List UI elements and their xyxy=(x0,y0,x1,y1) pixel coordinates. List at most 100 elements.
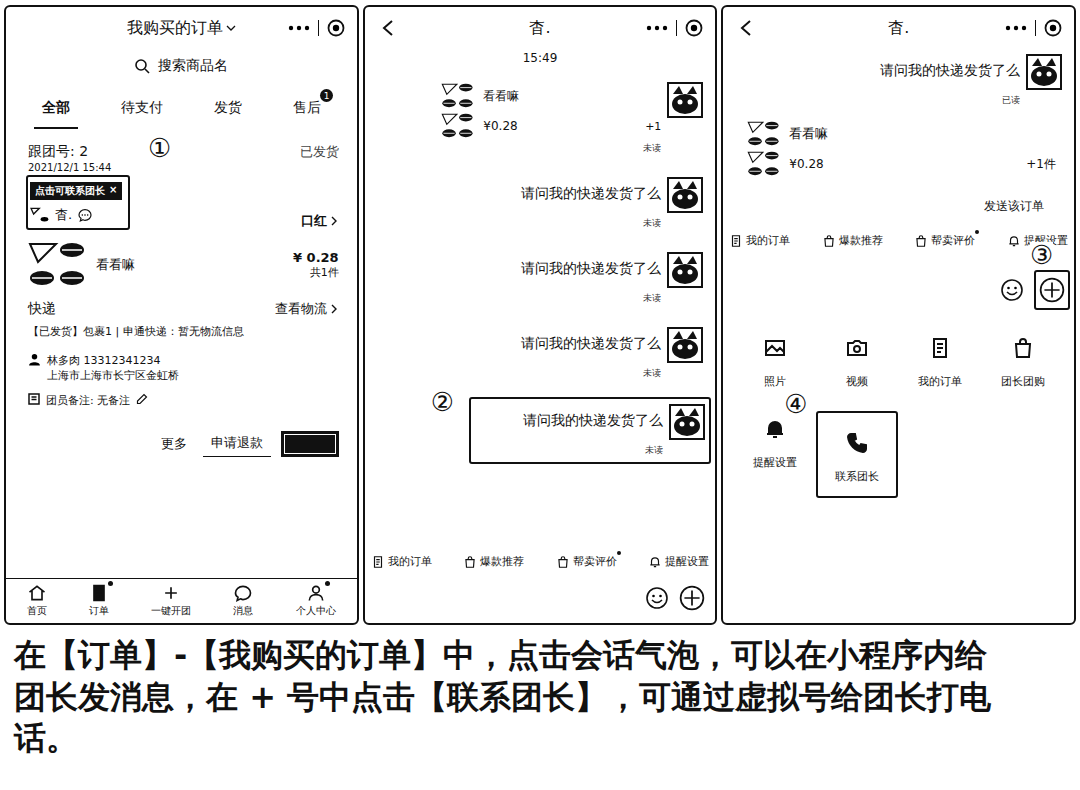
notification-dot xyxy=(325,581,330,586)
close-target-icon[interactable] xyxy=(1044,19,1062,37)
product-image xyxy=(441,82,475,110)
order-icon xyxy=(371,555,385,569)
more-icon[interactable] xyxy=(1005,23,1027,33)
plus-highlight: ③ xyxy=(1034,270,1070,310)
order-tab[interactable]: 售后 1 xyxy=(285,93,329,129)
person-icon xyxy=(306,583,326,603)
orders-screen: 我购买的订单 搜索商品名 全部 待支付 发货 售后 1 跟团号: 2 已发货 ①… xyxy=(4,5,359,625)
camera-icon xyxy=(845,336,869,360)
toolbar-item[interactable]: 爆款推荐 xyxy=(463,554,524,569)
toolbar-item[interactable]: 我的订单 xyxy=(371,554,432,569)
header-actions xyxy=(1005,19,1062,37)
order-tab[interactable]: 全部 xyxy=(34,93,78,129)
chevron-right-icon xyxy=(329,304,339,314)
orders-title[interactable]: 我购买的订单 xyxy=(127,18,236,39)
bottom-nav: 首页 订单 一键开团 消息 个人中心 xyxy=(6,578,357,623)
tab-badge: 1 xyxy=(320,89,333,102)
chat-message[interactable]: ② 请问我的快递发货了么未读 xyxy=(469,397,712,464)
toolbar-item[interactable]: 提醒设置 xyxy=(648,554,709,569)
avatar-icon xyxy=(669,404,705,440)
toolbar-item[interactable]: 爆款推荐 xyxy=(822,233,883,248)
send-order-button[interactable]: 发送该订单 xyxy=(984,198,1044,215)
chevron-right-icon xyxy=(329,216,339,226)
chat-header: 杳. xyxy=(365,7,716,49)
avatar-icon xyxy=(667,327,703,363)
step-marker: ① xyxy=(148,135,171,161)
chat-header: 杳. xyxy=(723,7,1074,49)
leader-row[interactable]: 杳. xyxy=(30,206,122,224)
refund-button[interactable]: 申请退款 xyxy=(203,430,271,457)
toolbar-item[interactable]: 帮卖评价 xyxy=(556,554,617,569)
toolbar-item[interactable]: 我的订单 xyxy=(729,233,790,248)
back-icon[interactable] xyxy=(739,19,753,37)
chat-message[interactable]: 请问我的快递发货了么未读 xyxy=(405,322,712,385)
order-top: 跟团号: 2 已发货 ① xyxy=(28,143,339,161)
order-message[interactable]: 看看嘛 ¥0.28 +1 未读 xyxy=(405,77,712,160)
edit-icon[interactable] xyxy=(136,393,148,405)
action-item[interactable]: ④ 联系团长 xyxy=(816,411,898,498)
chat-message[interactable]: 请问我的快递发货了么未读 xyxy=(405,247,712,310)
person-icon xyxy=(28,353,41,366)
hidden-button[interactable] xyxy=(281,431,339,457)
delivery-row: 快递 查看物流 xyxy=(28,300,339,318)
action-item[interactable]: 提醒设置 xyxy=(736,411,814,498)
chat-message[interactable]: 请问我的快递发货了么已读 xyxy=(763,49,1070,112)
product-image xyxy=(747,150,781,178)
delivery-label: 快递 xyxy=(28,300,56,318)
plus-icon xyxy=(161,583,181,603)
logistics-link[interactable]: 查看物流 xyxy=(275,300,339,318)
chat-screen: 杳. 15:49 看看嘛 ¥0.28 +1 未读 请问我的快递发货了么未读 请问… xyxy=(363,5,718,625)
order-card: 跟团号: 2 已发货 ① 2021/12/1 15:44 点击可联系团长× 杳.… xyxy=(6,129,357,457)
member-note[interactable]: 团员备注: 无备注 xyxy=(28,393,339,408)
close-target-icon[interactable] xyxy=(685,19,703,37)
notification-dot xyxy=(975,230,979,234)
step-marker: ④ xyxy=(784,391,807,417)
order-tab[interactable]: 发货 xyxy=(206,93,250,129)
recipient: 林多肉 13312341234上海市上海市长宁区金虹桥 xyxy=(28,353,339,383)
category-link[interactable]: 口红 xyxy=(301,212,339,230)
notification-dot xyxy=(108,581,113,586)
contact-tooltip[interactable]: 点击可联系团长× xyxy=(30,182,122,200)
nav-item[interactable]: 首页 xyxy=(27,583,47,618)
toolbar-item[interactable]: 帮卖评价 xyxy=(914,233,975,248)
dropdown-icon xyxy=(226,24,236,32)
product-image xyxy=(747,120,781,148)
order-share-card: 看看嘛 ¥0.28+1件 发送该订单 xyxy=(723,118,1074,215)
action-item[interactable]: 视频 xyxy=(818,330,896,395)
chat-message[interactable]: 请问我的快递发货了么未读 xyxy=(405,172,712,235)
plus-icon[interactable] xyxy=(679,585,705,611)
product-row[interactable]: 看看嘛 ¥ 0.28共1件 xyxy=(28,240,339,290)
back-icon[interactable] xyxy=(381,19,395,37)
close-target-icon[interactable] xyxy=(327,19,345,37)
search-field[interactable]: 搜索商品名 xyxy=(6,49,357,83)
emoji-icon[interactable] xyxy=(1000,278,1024,302)
nav-item[interactable]: 个人中心 xyxy=(296,583,336,618)
action-item[interactable]: 我的订单 xyxy=(901,330,979,395)
screenshots: 我购买的订单 搜索商品名 全部 待支付 发货 售后 1 跟团号: 2 已发货 ①… xyxy=(0,0,1080,625)
price: ¥ 0.28 xyxy=(293,250,339,265)
chat-bubble-icon[interactable] xyxy=(77,207,93,223)
bag-icon xyxy=(822,234,836,248)
order-icon xyxy=(928,336,952,360)
action-item[interactable]: 照片 xyxy=(736,330,814,395)
step-marker: ③ xyxy=(1030,242,1053,268)
more-icon[interactable] xyxy=(288,23,310,33)
bell-icon xyxy=(648,555,662,569)
order-status: 已发货 xyxy=(300,143,339,161)
more-icon[interactable] xyxy=(646,23,668,33)
plus-icon[interactable] xyxy=(1039,277,1065,303)
emoji-icon[interactable] xyxy=(645,586,669,610)
order-tab[interactable]: 待支付 xyxy=(113,93,171,129)
bag-icon xyxy=(463,555,477,569)
package-info: 【已发货】包裹1 | 申通快递：暂无物流信息 xyxy=(28,324,339,339)
orders-header: 我购买的订单 xyxy=(6,7,357,49)
bell-icon xyxy=(1007,234,1021,248)
action-item[interactable]: 团长团购 xyxy=(984,330,1062,395)
header-actions xyxy=(646,19,703,37)
product-name: 看看嘛 xyxy=(96,256,285,274)
nav-item[interactable]: 消息 xyxy=(233,583,253,618)
nav-item[interactable]: 一键开团 xyxy=(151,583,191,618)
divider xyxy=(1035,20,1036,36)
nav-item[interactable]: 订单 xyxy=(89,583,109,618)
more-button[interactable]: 更多 xyxy=(155,431,193,457)
